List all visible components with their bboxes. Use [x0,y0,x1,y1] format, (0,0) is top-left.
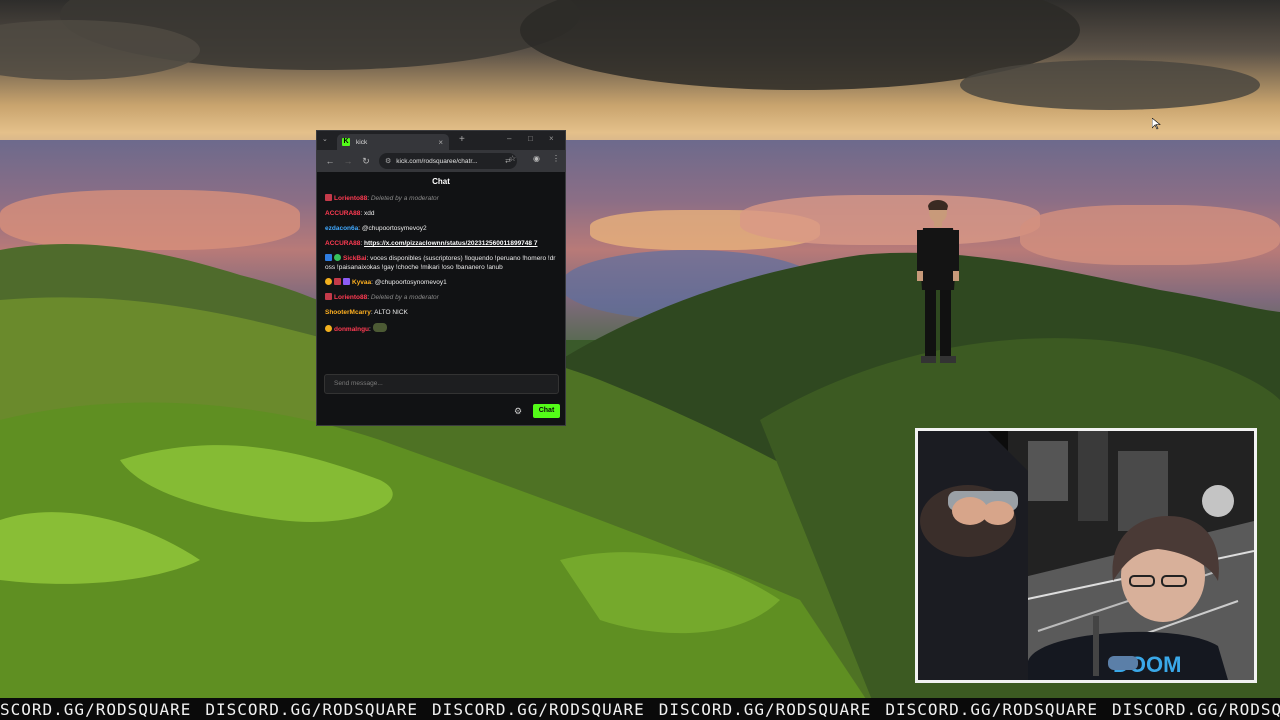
kick-logo-icon: K [342,138,350,146]
chat-username[interactable]: ACCURA88 [325,210,360,217]
chat-message: ezdacon6a: @chupoortosymevoy2 [325,224,559,233]
ticker-item: SCORD.GG/RODSQUARE [0,700,192,719]
chat-text: ALTO NICK [374,309,408,316]
tab-kick[interactable]: K kick × [337,134,449,150]
bookmark-star-icon[interactable]: ☆ [509,154,516,163]
send-chat-button[interactable]: Chat [533,404,560,418]
chat-username[interactable]: SickBai [343,255,367,262]
standing-person [917,200,959,363]
chat-username[interactable]: Loriento88 [334,195,367,202]
rocket-badge-icon [325,254,332,261]
chat-messages: Loriento88: Deleted by a moderator ACCUR… [325,194,559,340]
sub-badge-icon [334,278,341,285]
chat-message: ShooterMcarry: ALTO NICK [325,308,559,317]
chat-username[interactable]: Loriento88 [334,294,367,301]
minimize-icon[interactable]: – [507,134,511,143]
gem-badge-icon [343,278,350,285]
discord-ticker: SCORD.GG/RODSQUARE DISCORD.GG/RODSQUARE DI… [0,698,1280,720]
sub-badge-icon [325,194,332,201]
chat-username[interactable]: donmalngu [334,326,369,333]
chat-username[interactable]: Kyvaa [352,279,371,286]
verified-badge-icon [334,254,341,261]
chat-text: xdd [364,210,375,217]
chat-message: Loriento88: Deleted by a moderator [325,194,559,203]
address-bar[interactable]: ⚙ kick.com/rodsquaree/chatr... ⇄ [379,153,517,169]
ticker-item: DISCORD.GG/RODSQUARE [432,700,645,719]
chat-message-input[interactable]: Send message... [324,374,559,394]
gift-badge-icon [325,278,332,285]
chat-text: @chupoortosymevoy2 [361,225,427,232]
mouse-cursor-icon [1152,118,1161,130]
chat-message: Kyvaa: @chupoortosynomevoy1 [325,278,559,287]
forward-icon[interactable]: → [343,156,353,166]
chat-title: Chat [432,177,450,186]
chat-message: donmalngu: [325,323,559,334]
chat-message: SickBai: voces disponibles (suscriptores… [325,254,559,272]
chat-text: Deleted by a moderator [370,195,439,202]
webcam-overlay: DOOM [915,428,1257,683]
ticker-item: DISCORD.GG/RODSQUARE [1112,700,1280,719]
site-info-icon[interactable]: ⚙ [385,157,391,165]
tab-search-icon[interactable]: ⌄ [322,135,328,143]
ticker-item: DISCORD.GG/RODSQUARE [205,700,419,719]
ticker-item: DISCORD.GG/RODSQUARE [885,700,1099,719]
reload-icon[interactable]: ↻ [361,156,371,167]
chat-message: ACCURA88: xdd [325,209,559,218]
chat-link[interactable]: https://x.com/pizzaclownn/status/2023125… [364,240,537,247]
ticker-item: DISCORD.GG/RODSQUARE [658,700,872,719]
url-text: kick.com/rodsquaree/chatr... [396,157,478,165]
chat-text: Deleted by a moderator [370,294,439,301]
chat-message: Loriento88: Deleted by a moderator [325,293,559,302]
chat-username[interactable]: ACCURA88 [325,240,360,247]
profile-icon[interactable]: ◉ [533,154,540,163]
emoji-badge-icon [325,325,332,332]
turtle-emote-icon [372,323,387,332]
browser-toolbar: ← → ↻ ⚙ kick.com/rodsquaree/chatr... ⇄ ☆… [317,150,565,172]
chat-settings-gear-icon[interactable]: ⚙ [514,406,522,417]
new-tab-icon[interactable]: + [459,134,465,145]
chat-text: @chupoortosynomevoy1 [374,279,447,286]
chat-message: ACCURA88: https://x.com/pizzaclownn/stat… [325,239,559,248]
chat-browser-window: ⌄ K kick × + – □ × ← → ↻ ⚙ kick.com/rods… [316,130,566,426]
back-icon[interactable]: ← [325,156,335,166]
tab-title: kick [356,138,368,146]
webcam-feed: DOOM [918,431,1254,680]
maximize-icon[interactable]: □ [528,134,533,143]
tab-bar: ⌄ K kick × + – □ × [317,131,565,150]
sub-badge-icon [325,293,332,300]
window-close-icon[interactable]: × [549,134,554,143]
menu-kebab-icon[interactable]: ⋮ [552,154,560,163]
chat-username[interactable]: ShooterMcarry [325,309,371,316]
tab-close-icon[interactable]: × [438,138,443,147]
chat-username[interactable]: ezdacon6a [325,225,358,232]
